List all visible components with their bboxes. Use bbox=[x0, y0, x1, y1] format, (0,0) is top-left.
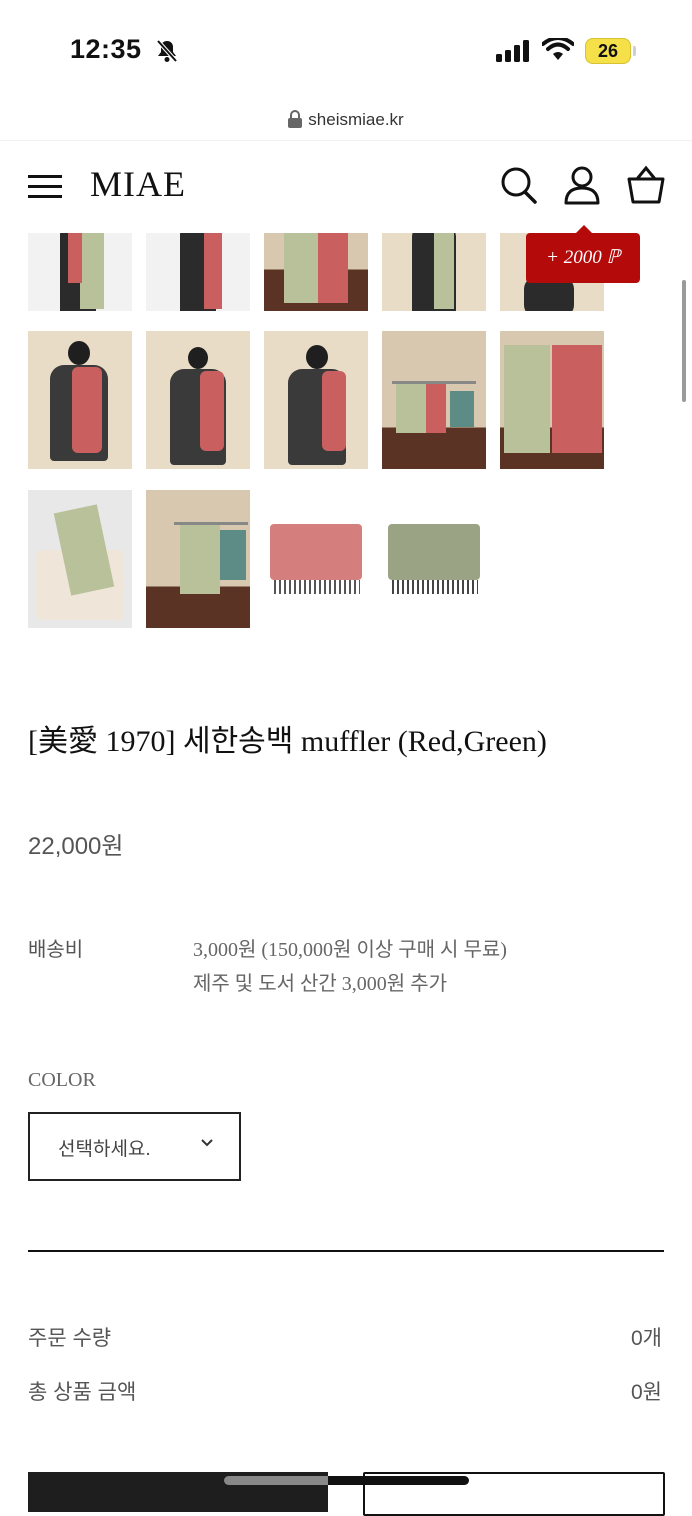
thumbnail[interactable] bbox=[382, 331, 486, 469]
cart-icon[interactable] bbox=[627, 165, 665, 205]
home-indicator-segment bbox=[224, 1476, 328, 1485]
color-label: COLOR bbox=[28, 1069, 96, 1091]
divider bbox=[28, 1250, 664, 1252]
search-icon[interactable] bbox=[500, 165, 538, 205]
total-value: 0원 bbox=[631, 1381, 662, 1404]
thumbnail[interactable] bbox=[382, 233, 486, 311]
thumbnail[interactable] bbox=[264, 331, 368, 469]
thumbnail[interactable] bbox=[28, 331, 132, 469]
thumbnail[interactable] bbox=[264, 233, 368, 311]
battery-tip bbox=[633, 46, 636, 56]
color-select[interactable]: 선택하세요. bbox=[28, 1112, 241, 1181]
quantity-value: 0개 bbox=[631, 1327, 662, 1350]
url-text: sheismiae.kr bbox=[308, 110, 404, 129]
thumbnail-gallery bbox=[28, 233, 668, 633]
signal-icon bbox=[496, 40, 529, 62]
scrollbar[interactable] bbox=[682, 280, 686, 402]
quantity-label: 주문 수량 bbox=[28, 1327, 112, 1350]
total-label: 총 상품 금액 bbox=[28, 1381, 137, 1404]
lock-icon bbox=[288, 109, 303, 128]
thumbnail[interactable] bbox=[264, 490, 368, 628]
site-header: MIAE bbox=[0, 141, 692, 233]
bell-slash-icon bbox=[156, 39, 178, 63]
color-select-value: 선택하세요. bbox=[58, 1139, 151, 1160]
thumbnail[interactable] bbox=[500, 331, 604, 469]
wifi-icon bbox=[542, 38, 574, 60]
shipping-fee: 3,000원 (150,000원 이상 구매 시 무료) bbox=[193, 939, 507, 961]
user-icon[interactable] bbox=[564, 165, 600, 205]
chevron-down-icon bbox=[201, 1139, 213, 1147]
points-badge: + 2000 ℙ bbox=[526, 225, 640, 283]
site-logo[interactable]: MIAE bbox=[90, 163, 186, 205]
thumbnail[interactable] bbox=[28, 490, 132, 628]
product-price: 22,000원 bbox=[28, 833, 124, 860]
battery-icon: 26 bbox=[585, 38, 631, 64]
thumbnail[interactable] bbox=[146, 331, 250, 469]
product-title: [美愛 1970] 세한송백 muffler (Red,Green) bbox=[28, 725, 547, 758]
menu-icon[interactable] bbox=[28, 175, 62, 199]
thumbnail[interactable] bbox=[146, 490, 250, 628]
shipping-label: 배송비 bbox=[28, 939, 84, 961]
shipping-note: 제주 및 도서 산간 3,000원 추가 bbox=[193, 973, 447, 995]
address-bar[interactable]: sheismiae.kr bbox=[0, 100, 692, 141]
status-bar: 12:35 26 bbox=[0, 0, 692, 100]
status-time: 12:35 bbox=[70, 34, 142, 64]
thumbnail[interactable] bbox=[382, 490, 486, 628]
thumbnail[interactable] bbox=[28, 233, 132, 311]
thumbnail[interactable] bbox=[146, 233, 250, 311]
